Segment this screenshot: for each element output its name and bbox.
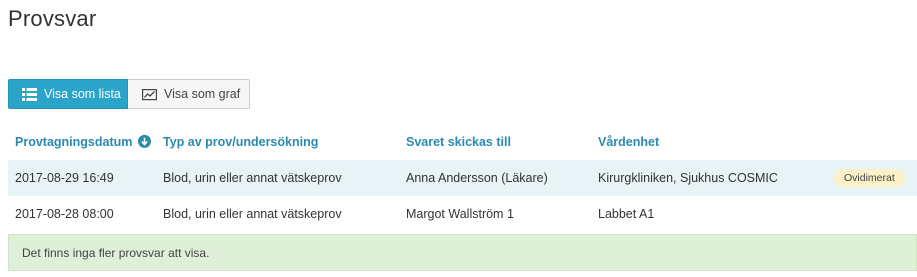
show-as-list-button[interactable]: Visa som lista (8, 79, 128, 109)
table-header: Provtagningsdatum Typ av prov/undersökni… (8, 124, 917, 160)
table-row[interactable]: 2017-08-29 16:49 Blod, urin eller annat … (8, 160, 917, 196)
line-chart-icon (142, 88, 158, 101)
status-badge: Ovidimerat (834, 169, 905, 187)
column-header-recipient[interactable]: Svaret skickas till (406, 135, 511, 149)
cell-unit: Kirurgkliniken, Sjukhus COSMIC (598, 171, 778, 185)
no-more-results-message: Det finns inga fler provsvar att visa. (8, 234, 917, 271)
cell-type: Blod, urin eller annat vätskeprov (163, 207, 342, 221)
show-as-list-label: Visa som lista (44, 87, 121, 101)
cell-date: 2017-08-29 16:49 (15, 171, 114, 185)
page-title: Provsvar (8, 6, 97, 31)
cell-date: 2017-08-28 08:00 (15, 207, 114, 221)
results-table: Provtagningsdatum Typ av prov/undersökni… (8, 124, 917, 232)
table-row[interactable]: 2017-08-28 08:00 Blod, urin eller annat … (8, 196, 917, 232)
cell-type: Blod, urin eller annat vätskeprov (163, 171, 342, 185)
column-header-date[interactable]: Provtagningsdatum (15, 135, 151, 149)
view-toggle: Visa som lista Visa som graf (8, 79, 250, 109)
show-as-graph-label: Visa som graf (164, 87, 241, 101)
cell-unit: Labbet A1 (598, 207, 655, 221)
cell-recipient: Anna Andersson (Läkare) (406, 171, 548, 185)
show-as-graph-button[interactable]: Visa som graf (128, 79, 250, 109)
column-header-type[interactable]: Typ av prov/undersökning (163, 135, 318, 149)
list-icon (22, 87, 37, 101)
cell-recipient: Margot Wallström 1 (406, 207, 514, 221)
arrow-down-circle-icon[interactable] (137, 135, 151, 149)
column-header-unit[interactable]: Vårdenhet (598, 135, 659, 149)
